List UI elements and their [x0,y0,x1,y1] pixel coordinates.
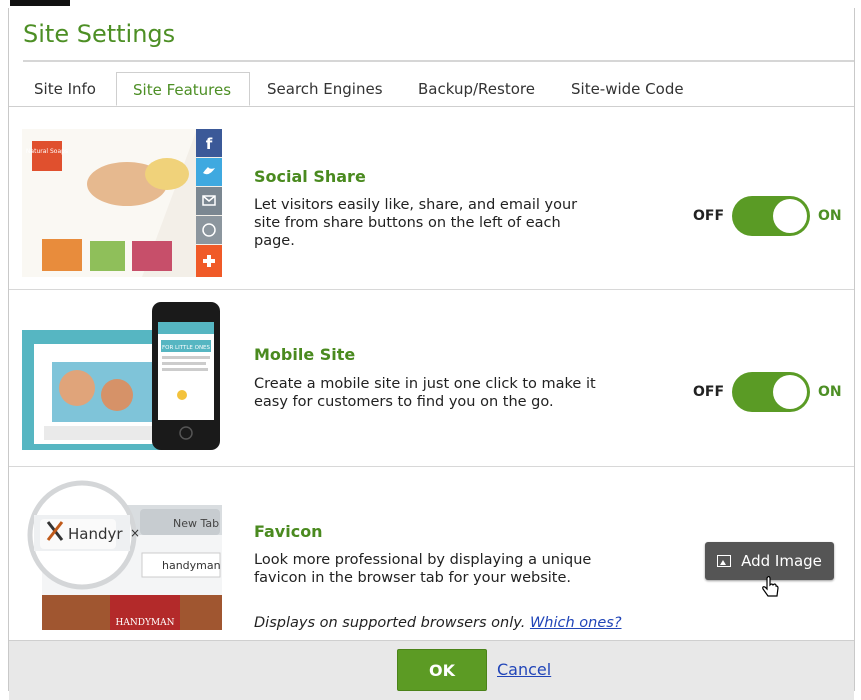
add-image-button[interactable]: Add Image [705,542,834,580]
toggle-on-label: ON [818,208,842,224]
top-bar-fragment [10,0,70,6]
site-settings-dialog: Site Settings Site Info Site Features Se… [8,8,855,700]
thumb-mobile-text: FOR LITTLE ONES [162,345,211,351]
thumb-url: handyman [162,559,221,572]
mobile-site-thumbnail: Summer Camp FOR LITTLE ONES [22,302,220,450]
image-icon [717,555,732,567]
add-image-label: Add Image [741,552,822,570]
favicon-note-text: Displays on supported browsers only. [254,615,526,631]
toggle-off-label: OFF [693,208,725,224]
social-share-toggle[interactable] [732,196,811,236]
tab-site-wide-code[interactable]: Site-wide Code [571,72,684,106]
feature-description: Look more professional by displaying a u… [254,552,592,586]
thumb-site-title: Summer Camp [78,353,146,363]
ok-button[interactable]: OK [397,649,487,691]
thumb-badge-text: Natural Soaps [26,148,68,155]
favicon-note: Displays on supported browsers only. Whi… [254,615,622,631]
mobile-site-toggle-group: OFF ON [693,372,842,412]
tab-backup-restore[interactable]: Backup/Restore [418,72,535,106]
window-top-strip [0,0,861,8]
natural-soaps-badge [32,141,62,171]
which-ones-link[interactable]: Which ones? [530,615,622,631]
mobile-site-toggle[interactable] [732,372,811,412]
dialog-title: Site Settings [23,20,176,48]
tab-site-features[interactable]: Site Features [116,72,250,106]
thumb-new-tab: New Tab [173,517,219,530]
pinterest-icon [196,216,222,244]
tab-site-info[interactable]: Site Info [34,72,96,106]
social-share-toggle-group: OFF ON [693,196,842,236]
feature-description: Let visitors easily like, share, and ema… [254,197,578,249]
tab-search-engines[interactable]: Search Engines [267,72,383,106]
feature-row-mobile-site: Summer Camp FOR LITTLE ONES Mobile Site … [9,290,854,467]
favicon-thumbnail: New Tab handyman HANDYMAN Handyr × [22,475,222,630]
toggle-knob [773,375,808,409]
title-divider [23,60,854,62]
feature-description: Create a mobile site in just one click t… [254,376,596,410]
toggle-on-label: ON [818,384,842,400]
feature-row-social-share: Natural Soaps f Social Share Let visitor… [9,107,854,290]
social-share-thumbnail: Natural Soaps f [22,129,222,277]
thumb-tab-close: × [130,526,140,540]
toggle-knob [773,199,808,233]
tab-bar: Site Info Site Features Search Engines B… [9,72,854,107]
thumb-tab-title: Handyr [68,525,123,543]
feature-title: Mobile Site [254,345,356,364]
feature-title: Social Share [254,167,366,186]
hand-cursor-icon [762,576,779,597]
thumb-sign: HANDYMAN [116,618,175,628]
toggle-off-label: OFF [693,384,725,400]
feature-title: Favicon [254,522,323,541]
svg-text:f: f [206,135,213,153]
cancel-link[interactable]: Cancel [497,660,551,679]
dialog-footer: OK Cancel [9,640,854,700]
